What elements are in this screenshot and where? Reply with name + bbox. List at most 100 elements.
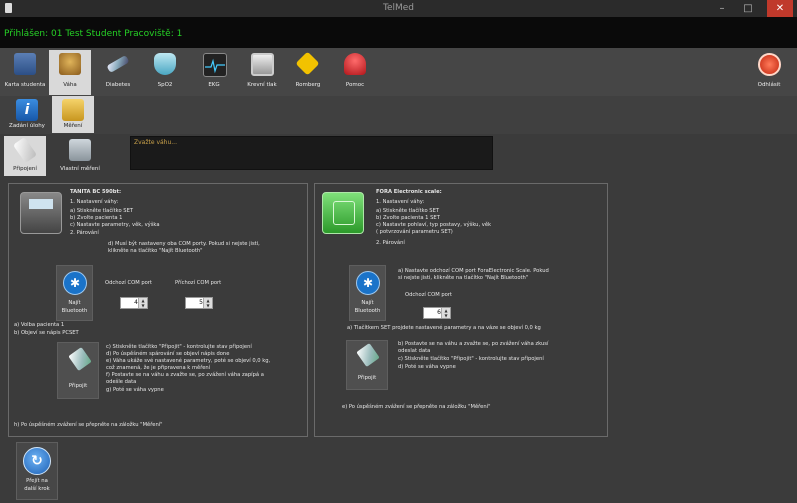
plug-icon bbox=[12, 136, 38, 164]
scale-icon bbox=[59, 53, 81, 75]
tanita-final-step: h) Po úspěšném zvážení se přepněte na zá… bbox=[14, 422, 163, 428]
fora-connect-button[interactable]: Připojit bbox=[346, 340, 388, 390]
tool-pomoc[interactable]: Pomoc bbox=[334, 50, 376, 95]
fora-com-note: a) Nastavte odchozí COM port ForaElectro… bbox=[398, 268, 549, 274]
button-label: Připojit bbox=[68, 383, 88, 389]
tanita-select-step: b) Objeví se nápis PCSET bbox=[14, 330, 79, 336]
login-status-text: Přihlášen: 01 Test Student Pracoviště: 1 bbox=[4, 29, 183, 39]
tool-romberg[interactable]: Romberg bbox=[287, 50, 329, 95]
tanita-select-step: a) Volba pacienta 1 bbox=[14, 322, 65, 328]
button-label: Připojit bbox=[357, 375, 377, 381]
logout-label: Odhlásit bbox=[757, 82, 781, 88]
close-button[interactable]: ✕ bbox=[767, 0, 793, 17]
tool-label: Vlastní měření bbox=[60, 166, 100, 172]
tanita-com-note: d) Musí být nastaveny oba COM porty. Pok… bbox=[108, 241, 260, 247]
tool-vaha[interactable]: Váha bbox=[49, 50, 91, 95]
tool-pripojeni[interactable]: Připojení bbox=[4, 136, 46, 176]
fora-connect-step: c) Stiskněte tlačítko "Připojit" - kontr… bbox=[398, 356, 544, 362]
tanita-step: b) Zvolte pacienta 1 bbox=[70, 215, 123, 221]
tanita-connect-button[interactable]: Připojit bbox=[57, 342, 99, 399]
fora-connect-step: odeslat data bbox=[398, 348, 431, 354]
fora-step: b) Zvolte pacienta 1 SET bbox=[376, 215, 440, 221]
tanita-connect-step: odešle data bbox=[106, 379, 137, 385]
tool-label: Krevní tlak bbox=[247, 82, 277, 88]
tool-spo2[interactable]: SpO2 bbox=[144, 50, 186, 95]
fora-step: a) Stiskněte tlačítko SET bbox=[376, 208, 440, 214]
spinner-arrows-icon[interactable]: ▲ ▼ bbox=[441, 308, 450, 318]
tool-vlastni-mereni[interactable]: Vlastní měření bbox=[56, 136, 104, 176]
tool-label: Měření bbox=[63, 123, 83, 129]
tanita-step: a) Stiskněte tlačítko SET bbox=[70, 208, 134, 214]
button-label: Bluetooth bbox=[61, 308, 88, 314]
tool-label: Diabetes bbox=[105, 82, 131, 88]
button-label: další krok bbox=[24, 486, 50, 492]
fora-set-note: a) Tlačítkem SET projdete nastavené para… bbox=[347, 325, 541, 331]
spinner-arrows-icon[interactable]: ▲ ▼ bbox=[203, 298, 212, 308]
tanita-in-port-input[interactable]: 5 ▲ ▼ bbox=[185, 297, 213, 309]
tanita-scale-image bbox=[20, 192, 62, 234]
arrow-circle-icon: ↻ bbox=[23, 447, 51, 475]
fora-com-note: si nejste jisti, klikněte na tlačítko "N… bbox=[398, 275, 529, 281]
fora-title: FORA Electronic scale: bbox=[376, 189, 442, 195]
fora-out-port-input[interactable]: 6 ▲ ▼ bbox=[423, 307, 451, 319]
tanita-connect-step: což znamená, že je připravena k měření bbox=[106, 365, 211, 371]
tool-diabetes[interactable]: Diabetes bbox=[97, 50, 139, 95]
maximize-button[interactable]: □ bbox=[737, 0, 759, 17]
next-step-button[interactable]: ↻ Přejít na další krok bbox=[16, 442, 58, 500]
tanita-step: 2. Párování bbox=[70, 230, 99, 236]
tool-krevni-tlak[interactable]: Krevní tlak bbox=[241, 50, 283, 95]
tanita-connect-step: d) Po úspěšném spárování se objeví nápis… bbox=[106, 351, 230, 357]
tool-zadani-ulohy[interactable]: i Zadání úlohy bbox=[6, 96, 48, 133]
logout-button[interactable]: Odhlásit bbox=[748, 50, 790, 95]
tanita-com-note: klikněte na tlačítko "Najít Bluetooth" bbox=[108, 248, 203, 254]
tanita-connect-step: e) Váha ukáže své nastavené parametry, p… bbox=[106, 358, 271, 364]
emergency-button-icon bbox=[344, 53, 366, 75]
fora-step: ( potvrzování parametru SET) bbox=[376, 229, 453, 235]
tanita-title: TANITA BC 590bt: bbox=[70, 189, 122, 195]
title-bar: TelMed – □ ✕ bbox=[0, 0, 797, 17]
in-port-label: Příchozí COM port bbox=[175, 280, 222, 286]
button-label: Najít bbox=[68, 300, 81, 306]
tool-label: EKG bbox=[208, 82, 220, 88]
tanita-find-bluetooth-button[interactable]: ✱ Najít Bluetooth bbox=[56, 265, 93, 321]
power-icon bbox=[758, 53, 781, 76]
fora-step: 2. Párování bbox=[376, 240, 405, 246]
tool-label: Zadání úlohy bbox=[9, 123, 45, 129]
tanita-out-port-input[interactable]: 4 ▲ ▼ bbox=[120, 297, 148, 309]
button-label: Bluetooth bbox=[354, 308, 381, 314]
window-title: TelMed bbox=[382, 3, 415, 13]
fora-step: 1. Nastavení váhy: bbox=[376, 199, 425, 205]
tool-ekg[interactable]: EKG bbox=[193, 50, 235, 95]
blood-pressure-icon bbox=[251, 53, 274, 76]
minimize-button[interactable]: – bbox=[711, 0, 733, 17]
tanita-panel: TANITA BC 590bt: 1. Nastavení váhy: a) S… bbox=[8, 183, 308, 437]
fora-out-port-label: Odchozí COM port bbox=[405, 292, 452, 298]
button-label: Přejít na bbox=[26, 478, 48, 484]
spinner-arrows-icon[interactable]: ▲ ▼ bbox=[138, 298, 147, 308]
computer-icon bbox=[69, 139, 91, 161]
fora-panel: FORA Electronic scale: 1. Nastavení váhy… bbox=[314, 183, 608, 437]
tanita-step: c) Nastavte parametry, věk, výška bbox=[70, 222, 160, 228]
tool-label: Pomoc bbox=[345, 82, 365, 88]
plug-icon bbox=[356, 343, 380, 367]
message-text: Zvažte váhu... bbox=[134, 139, 177, 146]
tool-karta-studenta[interactable]: Karta studenta bbox=[4, 50, 46, 95]
fora-step: c) Nastavte pohlaví, typ postavy, výšku,… bbox=[376, 222, 492, 228]
syringe-icon bbox=[106, 55, 130, 73]
tanita-connect-step: f) Postavte se na váhu a zvažte se, po z… bbox=[106, 372, 264, 378]
folder-icon bbox=[62, 99, 84, 121]
fora-connect-step: b) Postavte se na váhu a zvažte se, po z… bbox=[398, 341, 549, 347]
plug-icon bbox=[68, 347, 92, 371]
main-toolbar: Karta studenta Váha Diabetes SpO2 EKG Kr… bbox=[0, 48, 797, 96]
fora-find-bluetooth-button[interactable]: ✱ Najít Bluetooth bbox=[349, 265, 386, 321]
bluetooth-icon: ✱ bbox=[63, 271, 87, 295]
task-toolbar: i Zadání úlohy Měření bbox=[0, 96, 797, 134]
tanita-connect-step: c) Stiskněte tlačítko "Připojit" - kontr… bbox=[106, 344, 252, 350]
fora-final-step: e) Po úspěšném zvážení se přepněte na zá… bbox=[342, 404, 491, 410]
button-label: Najít bbox=[361, 300, 374, 306]
tanita-connect-step: g) Poté se váha vypne bbox=[106, 387, 164, 393]
scale-plate bbox=[333, 201, 355, 225]
tool-mereni[interactable]: Měření bbox=[52, 96, 94, 133]
message-box: Zvažte váhu... bbox=[130, 136, 493, 170]
tool-label: Připojení bbox=[13, 166, 37, 172]
